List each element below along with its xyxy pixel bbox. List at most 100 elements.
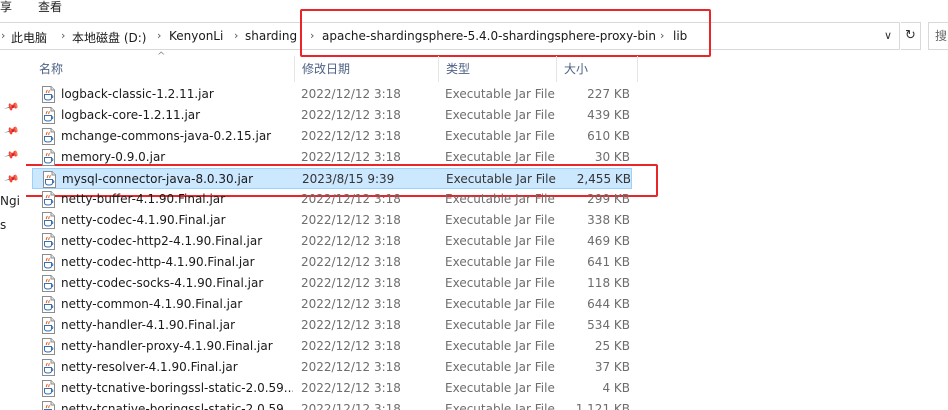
breadcrumb-proxy-bin[interactable]: apache-shardingsphere-5.4.0-shardingsphe… [322,29,656,43]
file-row[interactable]: netty-handler-4.1.90.Final.jar 2022/12/12… [32,315,632,336]
file-modified-date: 2022/12/12 3:18 [301,297,401,311]
java-jar-icon [42,212,55,229]
java-jar-icon [42,338,55,355]
java-jar-icon [42,317,55,334]
file-modified-date: 2022/12/12 3:18 [301,213,401,227]
file-name: netty-handler-proxy-4.1.90.Final.jar [61,339,273,353]
java-jar-icon [42,254,55,271]
file-row[interactable]: netty-common-4.1.90.Final.jar 2022/12/12 … [32,294,632,315]
file-size: 299 KB [587,192,630,206]
file-size: 641 KB [587,255,630,269]
file-size: 469 KB [587,234,630,248]
file-row[interactable]: netty-handler-proxy-4.1.90.Final.jar 2022… [32,336,632,357]
file-size: 610 KB [587,129,630,143]
file-size: 2,455 KB [576,172,631,186]
java-jar-icon [42,86,55,103]
file-row[interactable]: logback-core-1.2.11.jar 2022/12/12 3:18 Ex… [32,105,632,126]
column-header-size[interactable]: 大小 [557,56,638,82]
file-row[interactable]: netty-tcnative-boringssl-static-2.0.59..… [32,399,632,410]
file-row[interactable]: memory-0.9.0.jar 2022/12/12 3:18 Executabl… [32,147,632,168]
file-row[interactable]: mysql-connector-java-8.0.30.jar 2023/8/15… [32,168,632,189]
file-size: 25 KB [594,339,630,353]
address-bar: › 此电脑 › 本地磁盘 (D:) › KenyonLi › sharding … [0,22,948,50]
file-size: 30 KB [594,150,630,164]
breadcrumb-lib[interactable]: lib [673,29,687,43]
java-jar-icon [42,380,55,397]
breadcrumb-separator-icon[interactable]: › [61,29,65,42]
file-type: Executable Jar File [445,108,555,122]
java-jar-icon [42,233,55,250]
file-size: 37 KB [594,360,630,374]
java-jar-icon [42,296,55,313]
file-name: netty-tcnative-boringssl-static-2.0.59..… [61,402,293,410]
file-modified-date: 2022/12/12 3:18 [301,381,401,395]
file-row[interactable]: netty-codec-socks-4.1.90.Final.jar 2022/1… [32,273,632,294]
column-header: ^ 名称 修改日期 类型 大小 [32,51,642,82]
breadcrumb-this-pc[interactable]: 此电脑 [11,29,47,46]
file-name: memory-0.9.0.jar [61,150,166,164]
file-row[interactable]: mchange-commons-java-0.2.15.jar 2022/12/1… [32,126,632,147]
java-jar-icon [42,275,55,292]
java-jar-icon [42,149,55,166]
file-size: 439 KB [587,108,630,122]
breadcrumb-sharding[interactable]: sharding [245,29,297,43]
file-name: netty-codec-4.1.90.Final.jar [61,213,226,227]
file-type: Executable Jar File [445,318,555,332]
file-modified-date: 2022/12/12 3:18 [301,360,401,374]
breadcrumb-separator-icon[interactable]: › [310,29,314,42]
menu-share[interactable]: 享 [0,0,12,15]
file-type: Executable Jar File [445,150,555,164]
file-type: Executable Jar File [445,381,555,395]
file-modified-date: 2022/12/12 3:18 [301,108,401,122]
java-jar-icon [42,359,55,376]
file-row[interactable]: netty-codec-4.1.90.Final.jar 2022/12/12 3… [32,210,632,231]
pin-icon[interactable]: 📌 [3,148,19,164]
file-name: mysql-connector-java-8.0.30.jar [62,172,254,186]
breadcrumb-separator-icon[interactable]: › [660,29,664,42]
navigation-pane: 📌 📌 📌 📌 Ngi s [0,52,26,410]
breadcrumb-separator-icon[interactable]: › [234,29,238,42]
java-jar-icon [42,128,55,145]
breadcrumb-kenyonli[interactable]: KenyonLi [169,29,223,43]
file-name: logback-core-1.2.11.jar [61,108,201,122]
file-name: logback-classic-1.2.11.jar [61,87,214,101]
file-row[interactable]: netty-codec-http-4.1.90.Final.jar 2022/12… [32,252,632,273]
file-size: 338 KB [587,213,630,227]
refresh-icon[interactable]: ↻ [901,22,921,50]
pin-icon[interactable]: 📌 [3,100,19,116]
breadcrumb[interactable]: › 此电脑 › 本地磁盘 (D:) › KenyonLi › sharding … [0,22,900,50]
pin-icon[interactable]: 📌 [3,124,19,140]
nav-item-label[interactable]: Ngi [0,194,20,208]
java-jar-icon [42,401,55,410]
file-type: Executable Jar File [445,360,555,374]
file-size: 1,121 KB [575,402,630,410]
nav-item-label[interactable]: s [0,218,6,232]
file-modified-date: 2022/12/12 3:18 [301,339,401,353]
column-header-name[interactable]: 名称 [32,56,295,82]
breadcrumb-separator-icon[interactable]: › [157,29,161,42]
file-size: 534 KB [587,318,630,332]
file-type: Executable Jar File [445,276,555,290]
file-row[interactable]: netty-codec-http2-4.1.90.Final.jar 2022/1… [32,231,632,252]
file-type: Executable Jar File [445,129,555,143]
pin-icon[interactable]: 📌 [3,172,19,188]
file-modified-date: 2022/12/12 3:18 [301,402,401,410]
file-type: Executable Jar File [445,87,555,101]
address-history-dropdown-icon[interactable]: ∨ [884,29,892,42]
file-modified-date: 2022/12/12 3:18 [301,192,401,206]
file-row[interactable]: logback-classic-1.2.11.jar 2022/12/12 3:1… [32,84,632,105]
file-row[interactable]: netty-resolver-4.1.90.Final.jar 2022/12/1… [32,357,632,378]
file-type: Executable Jar File [445,213,555,227]
file-name: netty-codec-http-4.1.90.Final.jar [61,255,255,269]
column-header-type[interactable]: 类型 [439,56,557,82]
file-type: Executable Jar File [445,402,555,410]
breadcrumb-drive-d[interactable]: 本地磁盘 (D:) [72,29,146,46]
file-row[interactable]: netty-buffer-4.1.90.Final.jar 2022/12/12 … [32,189,632,210]
menu-view[interactable]: 查看 [38,0,62,15]
column-header-date[interactable]: 修改日期 [295,56,439,82]
search-input[interactable]: 搜 [928,22,948,50]
file-name: netty-common-4.1.90.Final.jar [61,297,243,311]
file-name: mchange-commons-java-0.2.15.jar [61,129,272,143]
file-row[interactable]: netty-tcnative-boringssl-static-2.0.59..… [32,378,632,399]
file-modified-date: 2022/12/12 3:18 [301,129,401,143]
